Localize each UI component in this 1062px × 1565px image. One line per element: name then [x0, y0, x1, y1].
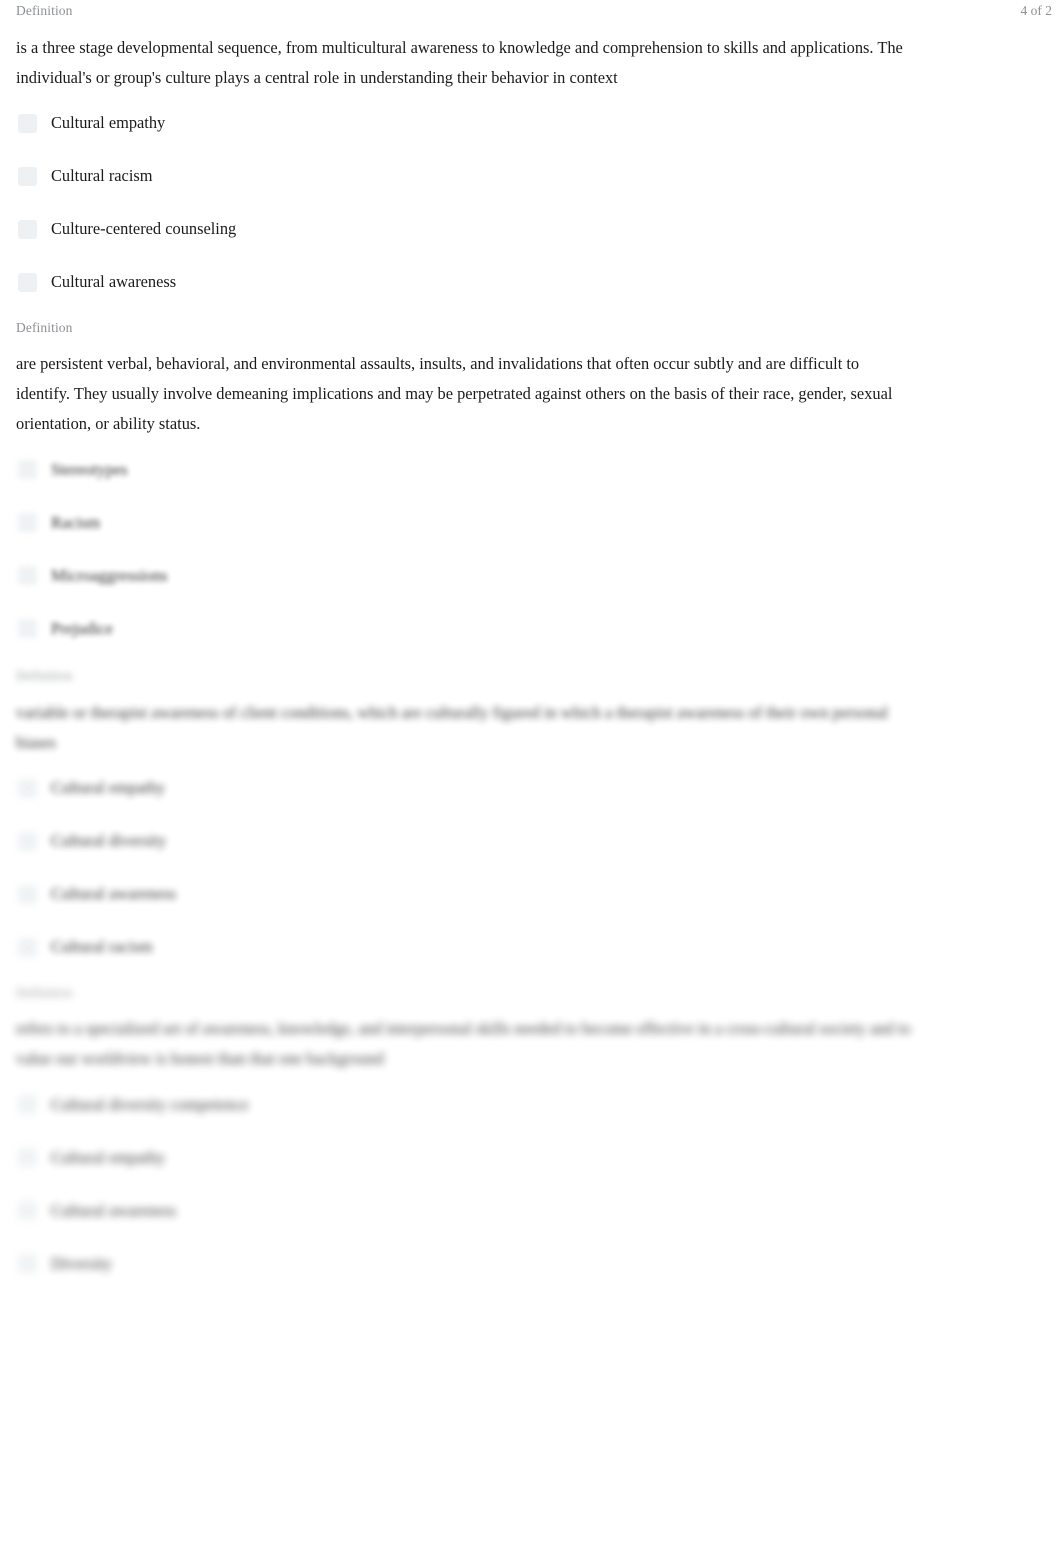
- radio-button-icon[interactable]: [18, 831, 37, 851]
- answer-option[interactable]: Cultural empathy: [16, 772, 1046, 805]
- answer-option[interactable]: Racism: [16, 506, 1046, 539]
- question-counter: [1039, 321, 1053, 335]
- question-prompt: is a three stage developmental sequence,…: [16, 37, 903, 87]
- radio-button-icon[interactable]: [18, 1254, 37, 1273]
- answer-option[interactable]: Cultural racism: [16, 160, 1046, 193]
- question-header: Definition 4 of 2: [16, 3, 1052, 18]
- question-counter: [1039, 669, 1053, 683]
- answer-option[interactable]: Cultural diversity competence: [16, 1088, 1046, 1121]
- answer-options: Cultural diversity competence Cultural e…: [16, 1088, 1046, 1280]
- answer-option[interactable]: Cultural empathy: [16, 107, 1046, 140]
- radio-button-icon[interactable]: [18, 1148, 37, 1167]
- answer-option-label: Cultural awareness: [51, 272, 177, 291]
- radio-button-icon[interactable]: [18, 778, 37, 798]
- question-header: Definition: [16, 984, 1046, 1000]
- radio-button-icon[interactable]: [18, 619, 37, 638]
- question-block-4: Definition refers to a specialized set o…: [0, 984, 1062, 1281]
- answer-option-label: Cultural awareness: [51, 1200, 177, 1220]
- answer-option[interactable]: Cultural diversity: [16, 825, 1046, 858]
- answer-option[interactable]: Stereotypes: [16, 453, 1046, 486]
- answer-option-label: Cultural diversity competence: [51, 1094, 249, 1114]
- answer-option[interactable]: Cultural awareness: [16, 1194, 1046, 1227]
- question-prompt: variable or therapist awareness of clien…: [16, 702, 889, 752]
- question-header: Definition: [16, 669, 1046, 683]
- radio-button-icon[interactable]: [18, 566, 37, 585]
- question-block-3: Definition variable or therapist awarene…: [0, 669, 1062, 964]
- answer-option-label: Culture-centered counseling: [51, 219, 237, 238]
- answer-option-label: Stereotypes: [51, 459, 128, 479]
- question-prompt: are persistent verbal, behavioral, and e…: [16, 354, 893, 433]
- answer-option-label: Cultural empathy: [51, 113, 166, 132]
- radio-button-icon[interactable]: [18, 166, 37, 186]
- answer-option-label: Microaggressions: [51, 565, 168, 585]
- answer-option[interactable]: Diversity: [16, 1247, 1046, 1280]
- answer-option[interactable]: Culture-centered counseling: [16, 213, 1046, 246]
- answer-option[interactable]: Cultural awareness: [16, 266, 1046, 299]
- question-counter: 4 of 2: [1020, 3, 1053, 18]
- answer-option-label: Diversity: [51, 1253, 113, 1273]
- radio-button-icon[interactable]: [18, 937, 37, 957]
- answer-option[interactable]: Cultural racism: [16, 931, 1046, 964]
- question-counter: [1039, 986, 1053, 1000]
- question-block-2: Definition are persistent verbal, behavi…: [0, 319, 1062, 646]
- answer-option-label: Racism: [51, 512, 101, 532]
- answer-option-label: Cultural awareness: [51, 884, 177, 903]
- radio-button-icon[interactable]: [18, 1201, 37, 1220]
- answer-option-label: Cultural empathy: [51, 1147, 166, 1167]
- answer-options: Cultural empathy Cultural diversity Cult…: [16, 772, 1046, 964]
- answer-option-label: Prejudice: [51, 618, 113, 638]
- radio-button-icon[interactable]: [18, 113, 37, 133]
- radio-button-icon[interactable]: [18, 460, 37, 479]
- question-block-1: Definition 4 of 2 is a three stage devel…: [0, 4, 1062, 299]
- radio-button-icon[interactable]: [18, 219, 37, 239]
- answer-option[interactable]: Cultural empathy: [16, 1141, 1046, 1174]
- question-kind-label: Definition: [16, 668, 73, 683]
- quiz-page: Definition 4 of 2 is a three stage devel…: [0, 4, 1062, 1565]
- question-prompt: refers to a specialized set of awareness…: [16, 1019, 911, 1068]
- answer-option-label: Cultural racism: [51, 937, 153, 956]
- question-kind-label: Definition: [16, 984, 73, 1000]
- radio-button-icon[interactable]: [18, 884, 37, 904]
- answer-option[interactable]: Prejudice: [16, 612, 1046, 645]
- answer-option-label: Cultural diversity: [51, 831, 167, 850]
- radio-button-icon[interactable]: [18, 513, 37, 532]
- answer-options: Cultural empathy Cultural racism Culture…: [16, 107, 1046, 299]
- radio-button-icon[interactable]: [18, 1095, 37, 1114]
- question-header: Definition: [16, 319, 1046, 335]
- answer-option[interactable]: Microaggressions: [16, 559, 1046, 592]
- answer-option-label: Cultural empathy: [51, 778, 166, 797]
- question-kind-label: Definition: [16, 3, 73, 18]
- answer-option[interactable]: Cultural awareness: [16, 878, 1046, 911]
- answer-options: Stereotypes Racism Microaggressions Prej…: [16, 453, 1046, 645]
- radio-button-icon[interactable]: [18, 272, 37, 292]
- answer-option-label: Cultural racism: [51, 166, 153, 185]
- question-kind-label: Definition: [16, 319, 73, 335]
